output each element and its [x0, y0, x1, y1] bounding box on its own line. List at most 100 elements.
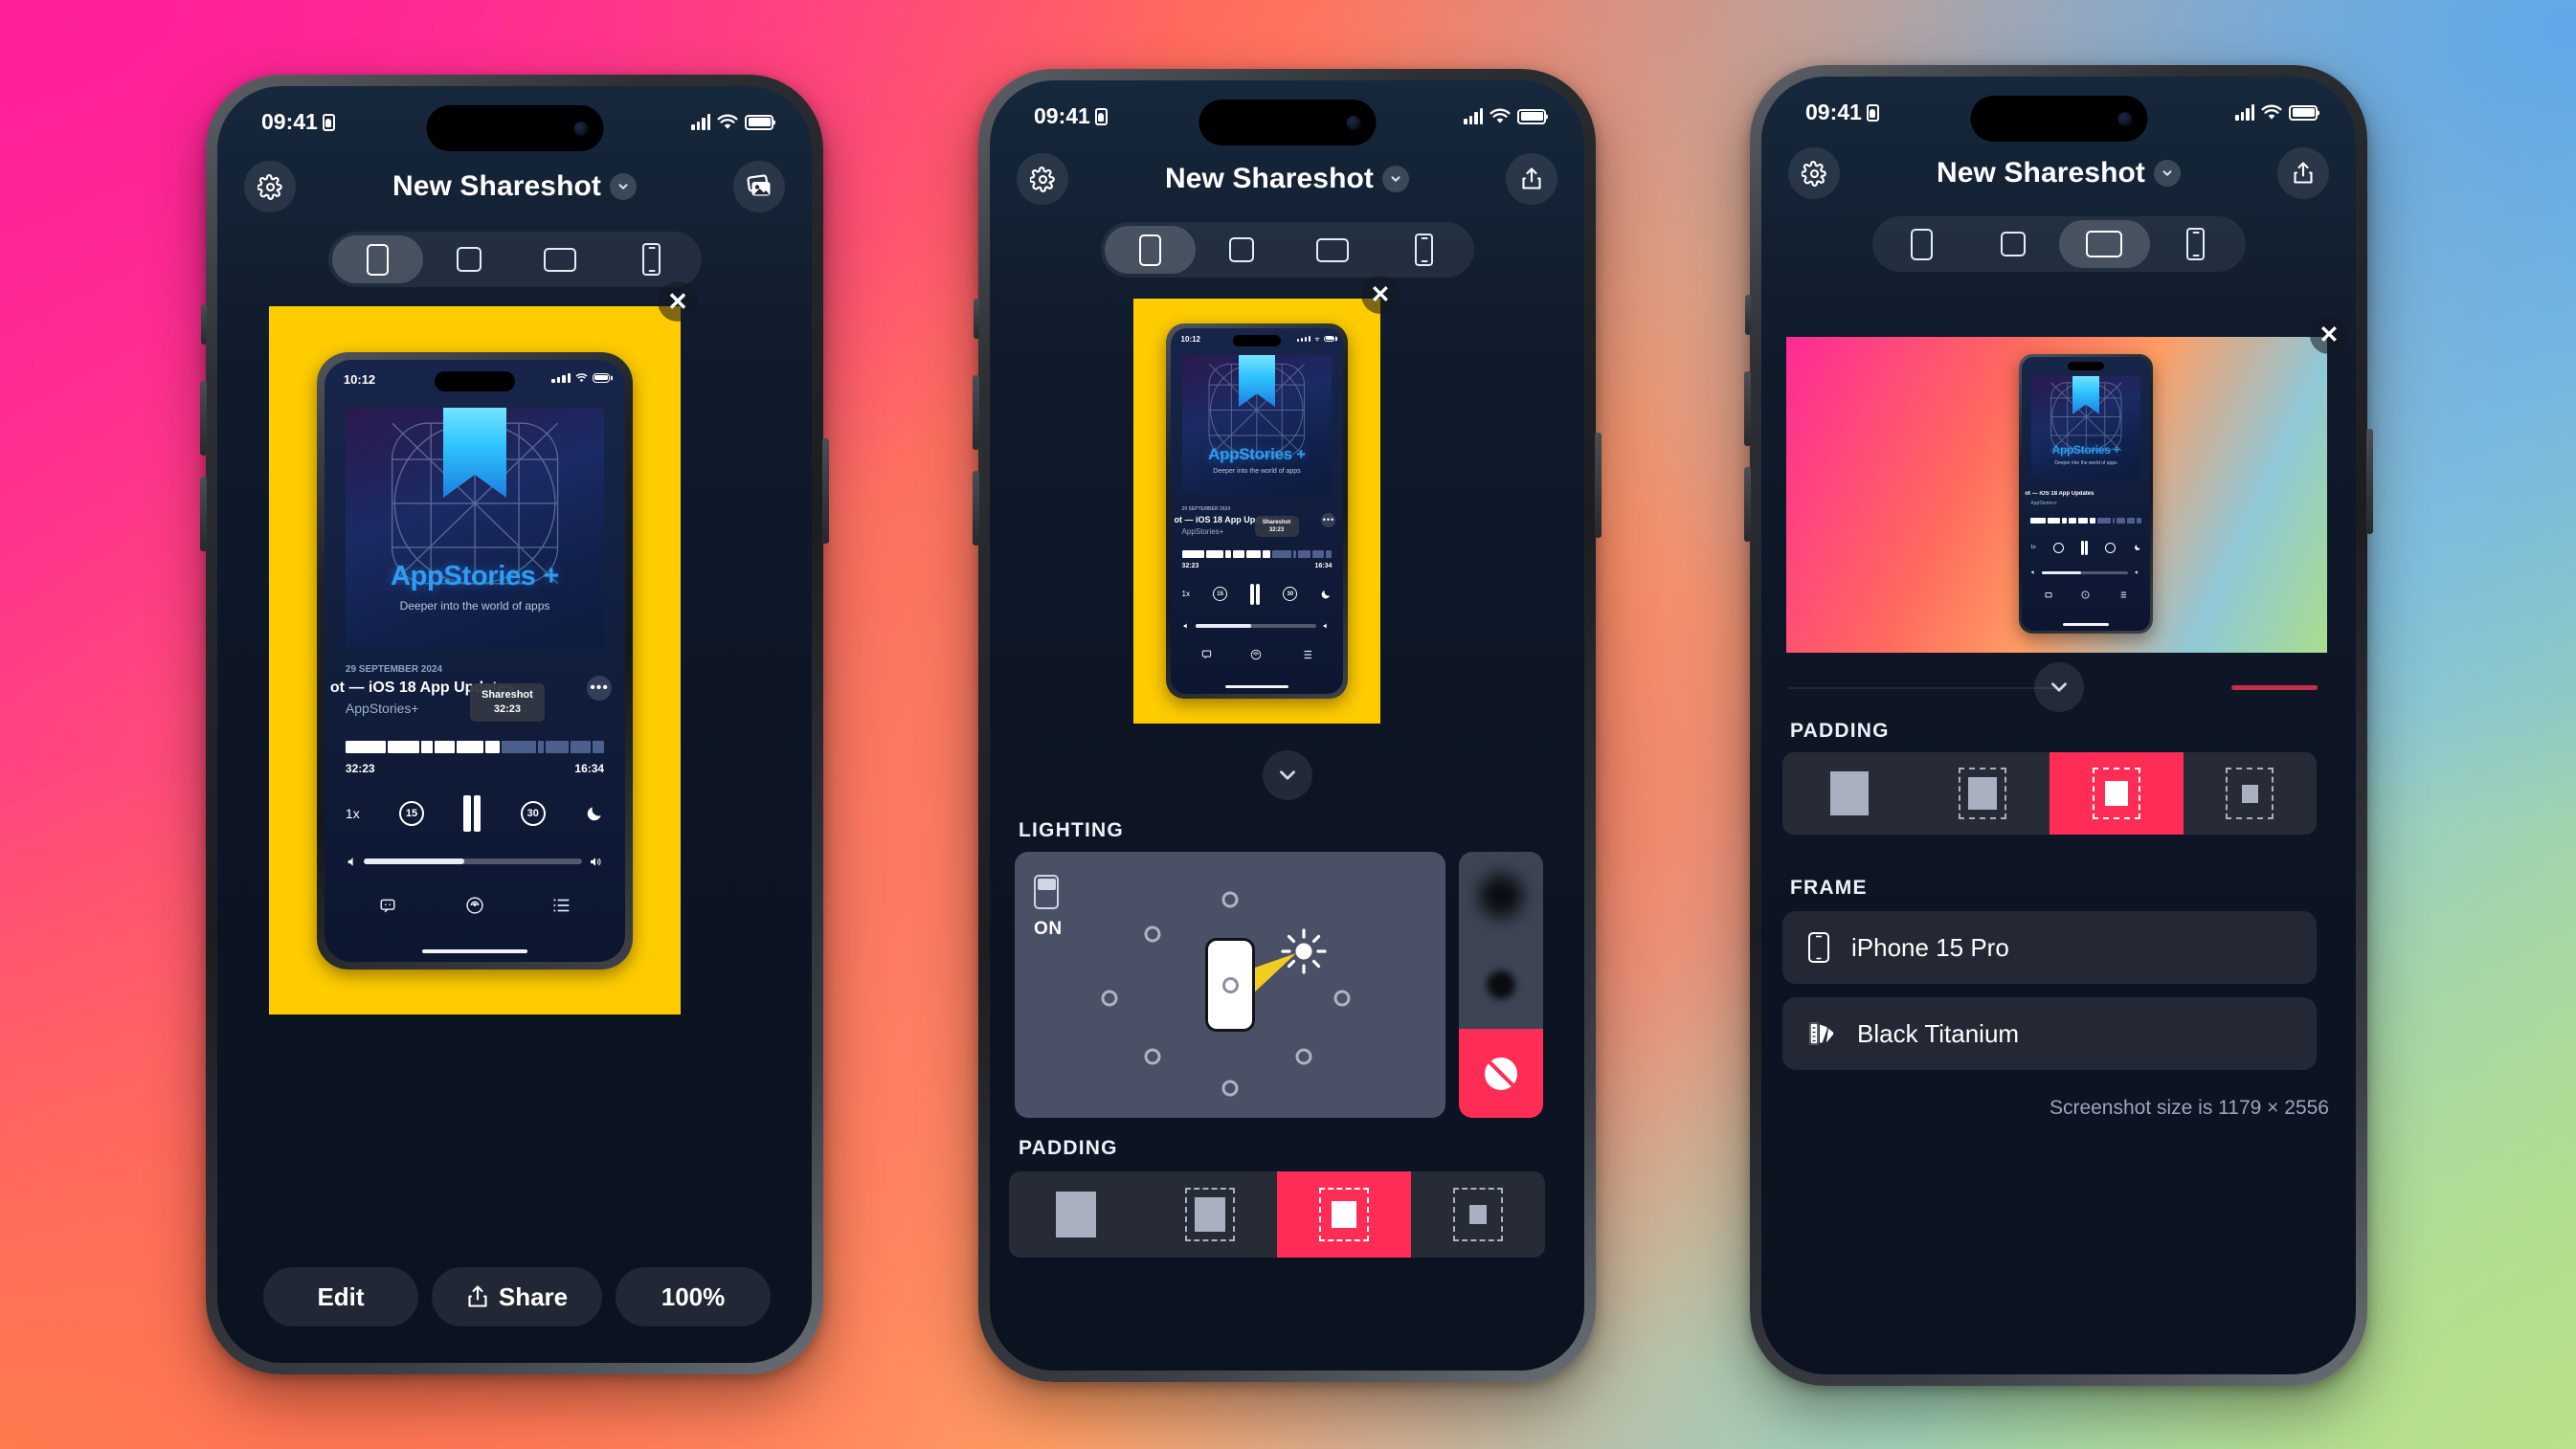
settings-button-2[interactable]: [1017, 153, 1068, 205]
side-button-power[interactable]: [822, 438, 829, 544]
lighting-preset-hard[interactable]: [1459, 940, 1543, 1030]
zoom-level-button[interactable]: 100%: [616, 1267, 771, 1326]
aspect-segmented-control-1[interactable]: [327, 232, 702, 287]
side-button-power-2[interactable]: [1595, 433, 1602, 538]
pause-icon-2[interactable]: [1250, 583, 1261, 605]
segment-portrait-3[interactable]: [1876, 220, 1968, 268]
segment-square-1[interactable]: [423, 235, 515, 283]
segment-landscape-3[interactable]: [2058, 220, 2150, 268]
padding-option-medium-3[interactable]: [2050, 752, 2184, 835]
speed-button-1[interactable]: 1x: [346, 806, 360, 821]
light-position-dot-e[interactable]: [1333, 990, 1351, 1007]
aspect-segmented-control-3[interactable]: [1871, 216, 2246, 272]
skip-forward-button-2[interactable]: 30: [1283, 587, 1298, 602]
progress-bar-1[interactable]: [345, 740, 605, 753]
skip-forward-button-1[interactable]: 30: [520, 800, 546, 826]
side-button-power-3[interactable]: [2366, 429, 2373, 534]
light-position-dot-nw[interactable]: [1144, 925, 1161, 943]
speed-button-3[interactable]: 1x: [2030, 545, 2035, 550]
airplay-icon[interactable]: [465, 896, 484, 915]
segment-landscape-1[interactable]: [515, 235, 607, 283]
more-options-button-1[interactable]: •••: [587, 675, 613, 701]
light-toggle-icon[interactable]: [1034, 875, 1059, 909]
segment-device-1[interactable]: [606, 235, 698, 283]
share-button-3[interactable]: [2277, 147, 2329, 199]
segment-portrait-2[interactable]: [1104, 226, 1196, 274]
side-button-volume-up[interactable]: [200, 381, 207, 456]
frame-device-row[interactable]: iPhone 15 Pro: [1782, 911, 2317, 984]
frame-color-row[interactable]: Black Titanium: [1782, 997, 2317, 1070]
padding-option-none-3[interactable]: [1782, 752, 1916, 835]
canvas-preview-2[interactable]: 10:12 AppStories + Deeper into the world…: [1133, 276, 1400, 724]
settings-button-1[interactable]: [244, 161, 296, 212]
airplay-icon-3[interactable]: [2081, 591, 2090, 599]
queue-icon[interactable]: [552, 898, 571, 913]
nav-title-group-2[interactable]: New Shareshot: [1165, 163, 1410, 195]
collapse-sheet-button-2[interactable]: [1262, 750, 1312, 800]
moon-icon-2[interactable]: [1320, 589, 1332, 600]
aspect-segmented-control-2[interactable]: [1100, 222, 1474, 278]
padding-option-small-2[interactable]: [1143, 1171, 1277, 1258]
more-options-button-2[interactable]: •••: [1321, 512, 1336, 527]
airplay-icon-2[interactable]: [1250, 649, 1262, 660]
lighting-preset-strip[interactable]: [1459, 852, 1543, 1118]
pause-icon[interactable]: [463, 794, 482, 832]
share-button-2[interactable]: [1506, 153, 1557, 205]
lighting-preset-soft[interactable]: [1459, 852, 1543, 941]
padding-options-2[interactable]: [1009, 1171, 1545, 1258]
chevron-down-icon[interactable]: [610, 173, 638, 200]
sun-icon[interactable]: [1279, 926, 1329, 976]
side-button-mute-3[interactable]: [1745, 295, 1751, 335]
canvas-preview-3[interactable]: AppStories + Deeper into the world of ap…: [1786, 316, 2348, 653]
share-button[interactable]: Share: [432, 1267, 602, 1326]
nav-title-group-3[interactable]: New Shareshot: [1937, 157, 2182, 189]
light-position-dot-w[interactable]: [1101, 990, 1118, 1007]
side-button-volume-down-3[interactable]: [1744, 467, 1751, 542]
segment-device-3[interactable]: [2150, 220, 2242, 268]
progress-bar-2[interactable]: [1181, 549, 1333, 558]
side-button-mute[interactable]: [201, 304, 207, 345]
player-tab-row-2[interactable]: [1182, 649, 1333, 660]
padding-option-small-3[interactable]: [1915, 752, 2050, 835]
side-button-volume-up-3[interactable]: [1744, 371, 1751, 446]
nav-title-group-1[interactable]: New Shareshot: [392, 170, 638, 203]
light-subject-handle[interactable]: [1205, 938, 1255, 1032]
playback-controls-3[interactable]: 1x: [2030, 539, 2140, 556]
chevron-down-icon-2[interactable]: [1382, 166, 1410, 192]
segment-landscape-2[interactable]: [1288, 226, 1379, 274]
playback-controls-2[interactable]: 1x 15 30: [1182, 582, 1333, 607]
player-tab-row-3[interactable]: [2030, 591, 2140, 599]
volume-slider-3[interactable]: [2030, 569, 2140, 575]
side-button-volume-down-2[interactable]: [973, 471, 979, 546]
lighting-position-card[interactable]: ON: [1015, 852, 1445, 1118]
side-button-mute-2[interactable]: [974, 299, 979, 339]
speed-button-2[interactable]: 1x: [1182, 590, 1190, 598]
segment-device-2[interactable]: [1378, 226, 1470, 274]
light-position-dot-se[interactable]: [1295, 1048, 1311, 1065]
close-canvas-button-3[interactable]: ✕: [2310, 316, 2348, 354]
padding-option-none-2[interactable]: [1009, 1171, 1143, 1258]
settings-button-3[interactable]: [1788, 147, 1840, 199]
playback-controls-1[interactable]: 1x 15 30: [346, 792, 604, 835]
chevron-down-icon-3[interactable]: [2154, 160, 2182, 187]
close-canvas-button-2[interactable]: ✕: [1361, 276, 1400, 314]
queue-icon-2[interactable]: [1301, 650, 1312, 659]
light-position-dot-s[interactable]: [1221, 1080, 1239, 1097]
volume-slider-2[interactable]: [1182, 622, 1333, 630]
padding-option-medium-2[interactable]: [1277, 1171, 1411, 1258]
segment-square-2[interactable]: [1196, 226, 1288, 274]
segment-square-3[interactable]: [1967, 220, 2059, 268]
transcript-icon[interactable]: [379, 897, 396, 914]
progress-bar-3[interactable]: [2030, 518, 2141, 524]
lighting-preset-none[interactable]: [1459, 1029, 1543, 1118]
transcript-icon-3[interactable]: [2045, 591, 2052, 599]
padding-option-large-3[interactable]: [2183, 752, 2317, 835]
skip-back-button-1[interactable]: 15: [399, 800, 425, 826]
light-position-dot-n[interactable]: [1221, 891, 1239, 908]
side-button-volume-up-2[interactable]: [973, 375, 979, 450]
edit-button[interactable]: Edit: [263, 1267, 418, 1326]
pause-icon-3[interactable]: [2081, 540, 2089, 555]
close-canvas-button-1[interactable]: ✕: [658, 281, 698, 322]
skip-forward-button-3[interactable]: [2105, 542, 2117, 553]
photos-button-1[interactable]: [733, 161, 785, 212]
